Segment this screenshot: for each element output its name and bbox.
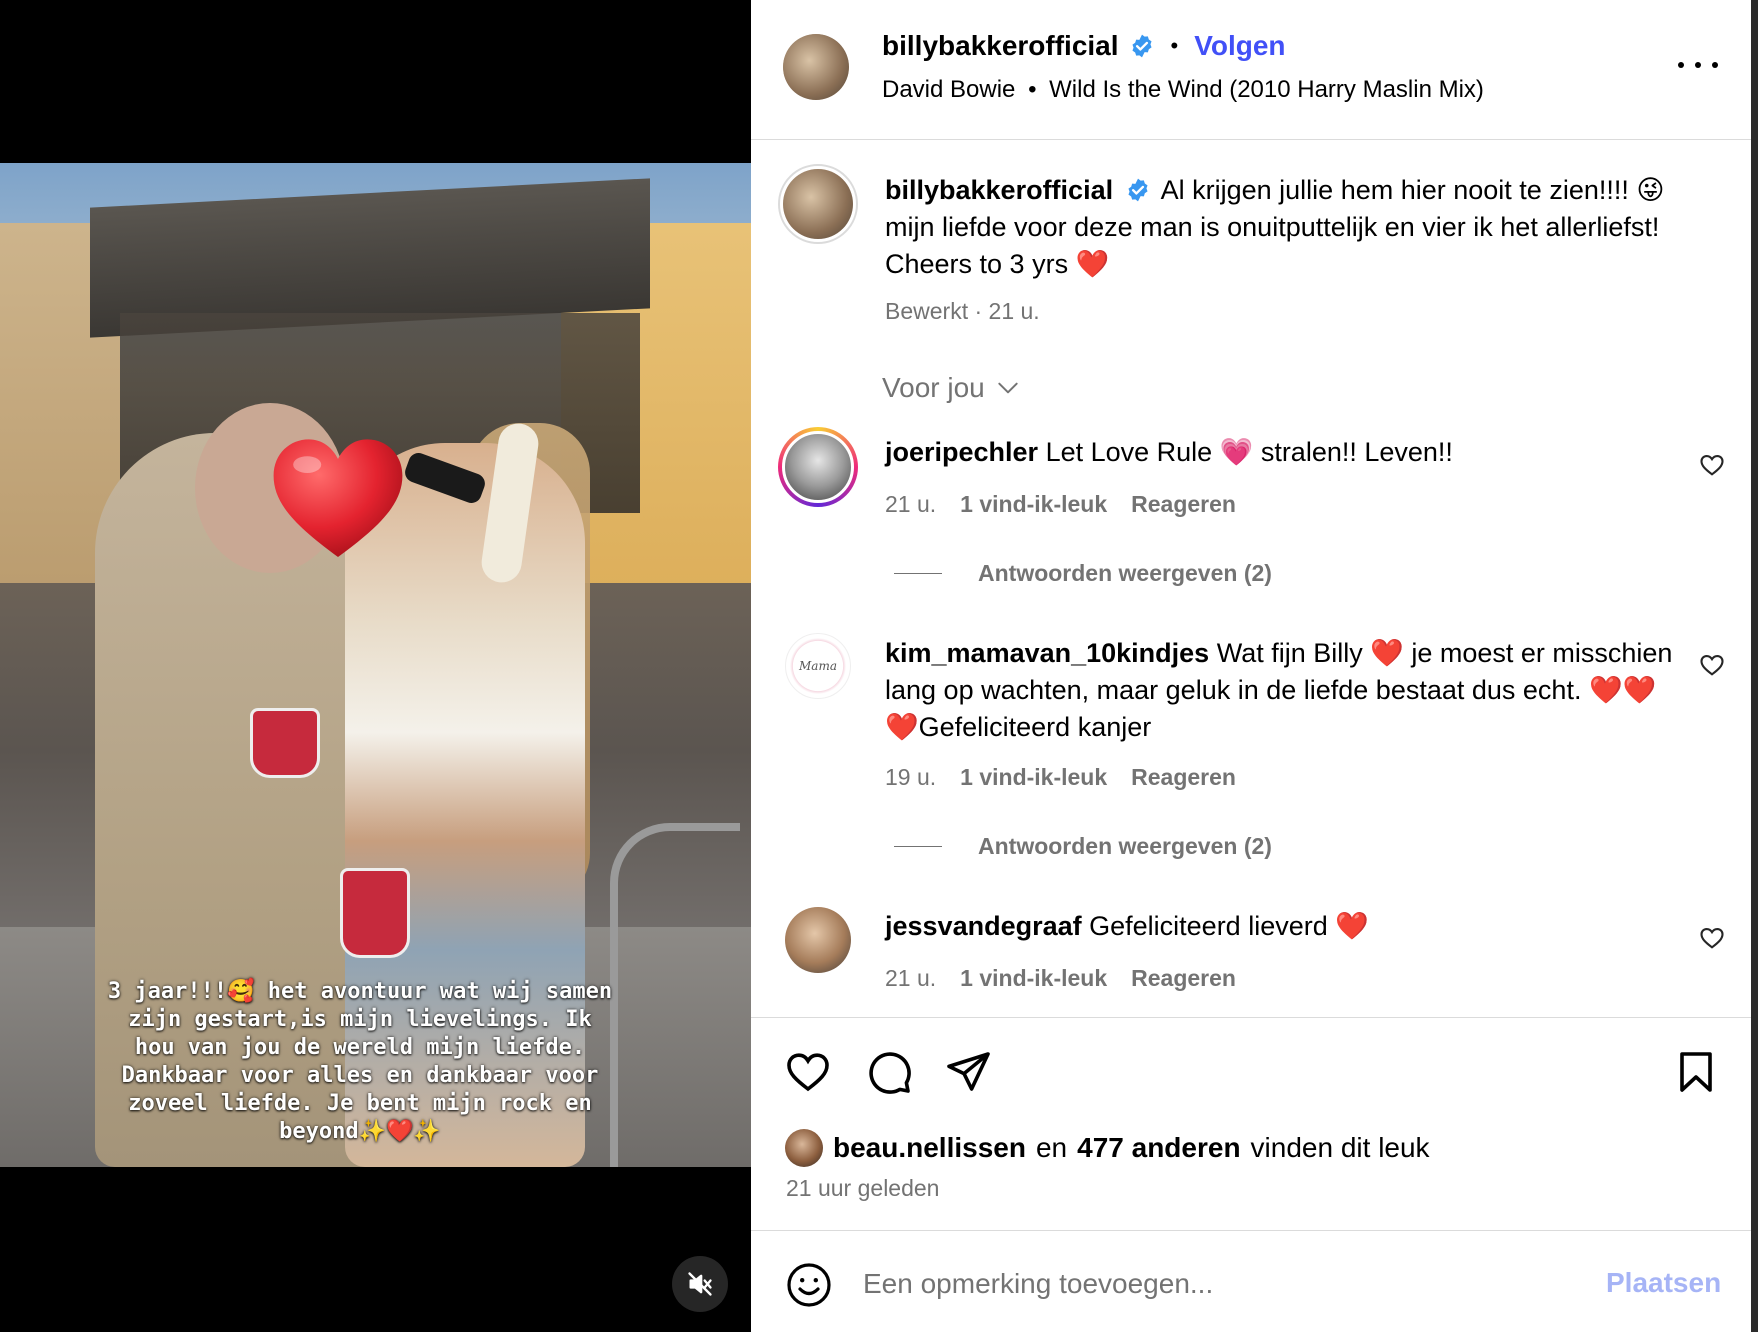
comment-sort-dropdown[interactable]: Voor jou <box>882 372 1021 404</box>
liker-avatar <box>785 1129 823 1167</box>
comment-meta: 21 u. 1 vind-ik-leuk Reageren <box>885 491 1236 518</box>
replies-divider <box>894 573 942 574</box>
story-line: Dankbaar voor alles en dankbaar voor <box>121 1063 599 1088</box>
more-options-icon <box>1678 62 1684 68</box>
commenter-avatar[interactable]: Mama <box>785 633 851 699</box>
comment-likes-count[interactable]: 1 vind-ik-leuk <box>960 764 1107 791</box>
story-overlay-text: 3 jaar!!!🥰 het avontuur wat wij samen zi… <box>60 978 660 1146</box>
reply-button[interactable]: Reageren <box>1131 491 1236 518</box>
instagram-post-view: 3 jaar!!!🥰 het avontuur wat wij samen zi… <box>0 0 1758 1332</box>
audio-track: Wild Is the Wind (2010 Harry Maslin Mix) <box>1049 76 1484 103</box>
comment-bubble-icon[interactable] <box>865 1048 913 1096</box>
post-photo: 3 jaar!!!🥰 het avontuur wat wij samen zi… <box>0 163 751 1167</box>
comment-like-heart-icon[interactable] <box>1698 924 1726 952</box>
chevron-down-icon <box>998 382 1018 394</box>
caption-author-avatar[interactable] <box>778 164 858 244</box>
view-replies-button[interactable]: Antwoorden weergeven (2) <box>894 560 1272 587</box>
comment-like-heart-icon[interactable] <box>1698 651 1726 679</box>
audio-artist: David Bowie <box>882 76 1016 103</box>
commenter-username[interactable]: kim_mamavan_10kindjes <box>885 638 1209 668</box>
share-paper-plane-icon[interactable] <box>944 1048 992 1096</box>
avatar-script-text: Mama <box>799 659 837 673</box>
comment-text: Gefeliciteerd lieverd ❤️ <box>1089 911 1369 941</box>
commenter-username[interactable]: jessvandegraaf <box>885 911 1082 941</box>
mute-toggle-button[interactable] <box>672 1256 728 1312</box>
view-replies-button[interactable]: Antwoorden weergeven (2) <box>894 833 1272 860</box>
comment-time: 21 u. <box>885 965 937 991</box>
caption-time: 21 u. <box>988 298 1040 324</box>
story-line: beyond✨❤️✨ <box>279 1119 441 1144</box>
edited-label: Bewerkt <box>885 298 969 324</box>
likes-suffix: vinden dit leuk <box>1250 1132 1430 1163</box>
comment-body: jessvandegraaf Gefeliciteerd lieverd ❤️ <box>885 908 1675 945</box>
audio-separator: • <box>1028 76 1037 103</box>
comment-meta: 19 u. 1 vind-ik-leuk Reageren <box>885 764 1236 791</box>
liker-username[interactable]: beau.nellissen <box>833 1132 1026 1164</box>
comment-like-heart-icon[interactable] <box>1698 451 1726 479</box>
comment-body: kim_mamavan_10kindjes Wat fijn Billy ❤️ … <box>885 635 1675 746</box>
story-line: 3 jaar!!!🥰 het avontuur wat wij samen <box>107 979 613 1004</box>
speaker-muted-icon <box>688 1272 712 1296</box>
audio-attribution[interactable]: David Bowie • Wild Is the Wind (2010 Har… <box>882 76 1484 104</box>
story-line: zoveel liefde. Je bent mijn rock en <box>128 1091 592 1116</box>
emoji-icon[interactable] <box>785 1261 833 1309</box>
heart-emoji-cover <box>273 439 403 557</box>
comment-input[interactable] <box>863 1259 1563 1309</box>
likes-others-count[interactable]: 477 anderen <box>1077 1132 1240 1164</box>
post-timestamp[interactable]: 21 uur geleden <box>786 1175 939 1202</box>
post-caption: billybakkerofficial Al krijgen jullie he… <box>885 172 1705 283</box>
save-bookmark-icon[interactable] <box>1672 1048 1720 1096</box>
view-replies-label: Antwoorden weergeven (2) <box>978 560 1272 586</box>
verified-badge-icon <box>1132 34 1152 58</box>
comment-body: joeripechler Let Love Rule 💗 stralen!! L… <box>885 434 1675 471</box>
more-options-icon <box>1695 62 1701 68</box>
view-replies-label: Antwoorden weergeven (2) <box>978 833 1272 859</box>
likes-summary[interactable]: beau.nellissen en 477 anderen vinden dit… <box>785 1129 1430 1167</box>
caption-meta: Bewerkt · 21 u. <box>885 298 1040 325</box>
follow-button[interactable]: Volgen <box>1194 30 1285 62</box>
sort-label: Voor jou <box>882 372 985 403</box>
actions-divider <box>751 1017 1751 1018</box>
comment-composer: Plaatsen <box>751 1230 1751 1332</box>
post-side-panel: billybakkerofficial • Volgen David Bowie… <box>751 0 1751 1332</box>
reply-button[interactable]: Reageren <box>1131 965 1236 992</box>
comment-likes-count[interactable]: 1 vind-ik-leuk <box>960 491 1107 518</box>
window-edge <box>1751 0 1758 1332</box>
comment-likes-count[interactable]: 1 vind-ik-leuk <box>960 965 1107 992</box>
more-options-icon <box>1712 62 1718 68</box>
comment-meta: 21 u. 1 vind-ik-leuk Reageren <box>885 965 1236 992</box>
reply-button[interactable]: Reageren <box>1131 764 1236 791</box>
author-avatar[interactable] <box>783 34 849 100</box>
separator-dot: • <box>1170 33 1179 58</box>
comment-time: 19 u. <box>885 764 937 790</box>
author-username[interactable]: billybakkerofficial <box>882 30 1119 62</box>
drink-cup <box>250 708 320 778</box>
caption-username[interactable]: billybakkerofficial <box>885 175 1113 205</box>
post-comment-button[interactable]: Plaatsen <box>1606 1267 1721 1299</box>
comment-text: Let Love Rule 💗 stralen!! Leven!! <box>1045 437 1453 467</box>
likes-connector: en <box>1035 1132 1068 1163</box>
post-media[interactable]: 3 jaar!!!🥰 het avontuur wat wij samen zi… <box>0 0 751 1332</box>
story-line: hou van jou de wereld mijn liefde. <box>134 1035 586 1060</box>
commenter-avatar[interactable] <box>785 907 851 973</box>
commenter-avatar[interactable] <box>778 427 858 507</box>
drink-cup <box>340 868 410 958</box>
commenter-username[interactable]: joeripechler <box>885 437 1038 467</box>
more-options-button[interactable] <box>1676 50 1720 80</box>
story-line: zijn gestart,is mijn lievelings. Ik <box>128 1007 592 1032</box>
comment-time: 21 u. <box>885 491 937 517</box>
meta-dot: · <box>974 298 983 324</box>
verified-badge-icon <box>1128 178 1148 202</box>
like-heart-icon[interactable] <box>784 1048 832 1096</box>
replies-divider <box>894 846 942 847</box>
post-header: billybakkerofficial • Volgen David Bowie… <box>751 0 1751 140</box>
